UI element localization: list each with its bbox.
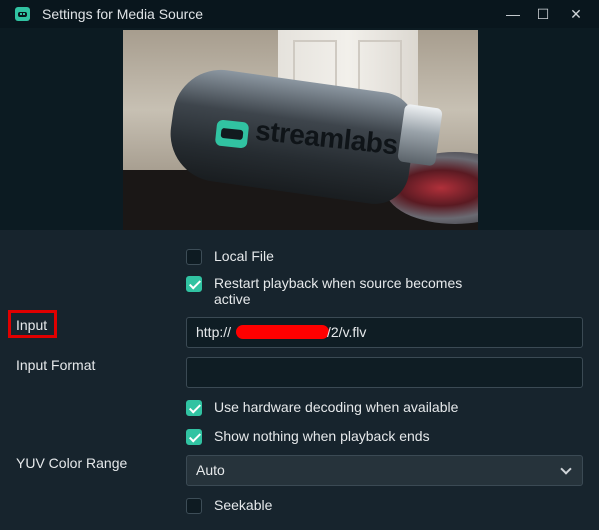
source-preview-image: streamlabs [123,30,478,230]
window-title: Settings for Media Source [42,6,204,22]
yuv-color-range-label: YUV Color Range [16,455,128,471]
close-button[interactable]: ✕ [561,0,591,28]
show-nothing-checkbox[interactable] [186,429,202,445]
input-format-label: Input Format [16,357,96,373]
local-file-label: Local File [214,248,274,264]
streamlabs-logo-icon [214,119,250,149]
seekable-label: Seekable [214,497,273,513]
input-format-field[interactable] [186,357,583,388]
input-url-suffix: /2/v.flv [327,324,367,340]
chevron-down-icon [560,463,572,475]
maximize-button[interactable]: ☐ [528,0,558,28]
restart-playback-checkbox[interactable] [186,276,202,292]
streamlabs-app-icon [15,7,30,21]
hardware-decoding-checkbox[interactable] [186,400,202,416]
title-bar: Settings for Media Source — ☐ ✕ [0,0,599,28]
minimize-button[interactable]: — [498,0,528,28]
local-file-checkbox[interactable] [186,249,202,265]
yuv-color-range-select[interactable]: Auto [186,455,583,486]
input-url-field[interactable]: http:// /2/v.flv [186,317,583,348]
bottle-cap [397,103,443,167]
redaction-mark [236,325,329,339]
input-label: Input [16,317,48,333]
restart-playback-label-line1: Restart playback when source becomes [214,275,463,291]
input-url-prefix: http:// [196,324,232,340]
show-nothing-label: Show nothing when playback ends [214,428,430,444]
hardware-decoding-label: Use hardware decoding when available [214,399,459,415]
restart-playback-label-line2: active [214,291,251,307]
seekable-checkbox[interactable] [186,498,202,514]
yuv-color-range-value: Auto [196,462,225,478]
